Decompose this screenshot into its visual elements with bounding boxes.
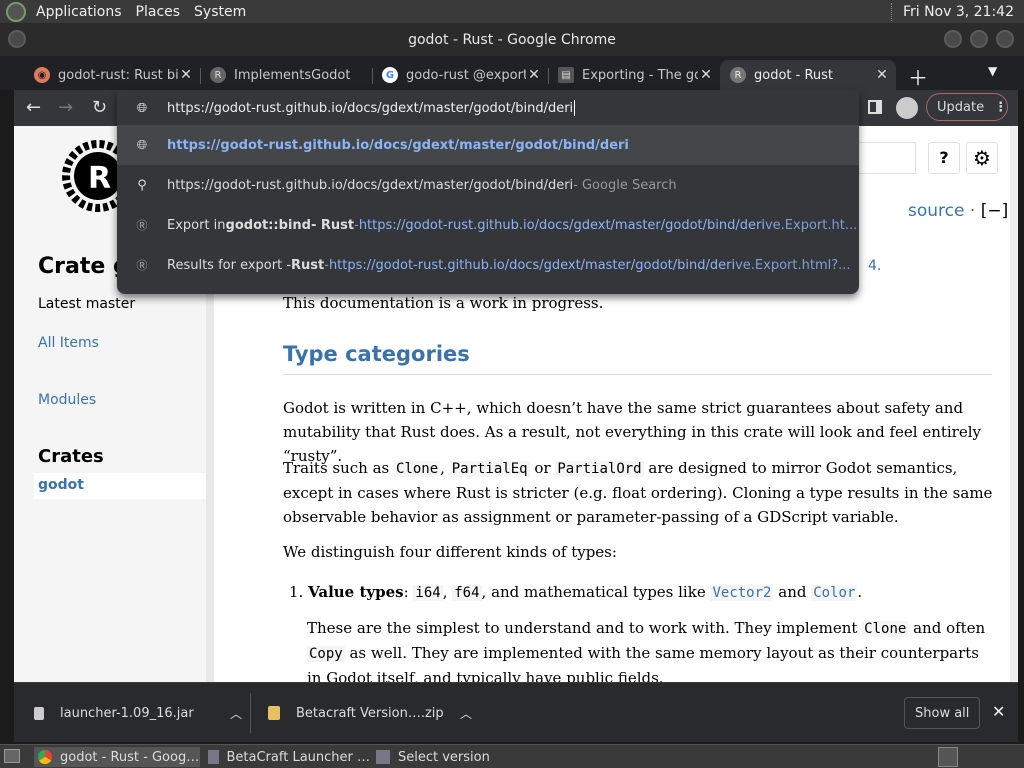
system-menu[interactable]: System	[194, 4, 246, 20]
tab-exporting[interactable]: ▤ Exporting - The gdr ✕	[548, 60, 720, 90]
suggestion-item[interactable]: 🌐︎ https://godot-rust.github.io/docs/gde…	[117, 125, 859, 165]
settings-gear-icon[interactable]: ⚙	[966, 142, 998, 174]
tab-search-chevron-icon[interactable]: ▼	[988, 64, 997, 78]
globe-icon: 🌐︎	[136, 100, 148, 116]
panel-separator	[890, 2, 895, 21]
rust-favicon-icon: Ⓡ	[136, 219, 148, 232]
color-link[interactable]: Color	[811, 585, 858, 601]
rust-favicon-icon: Ⓡ	[136, 259, 148, 272]
close-tab-icon[interactable]: ✕	[874, 67, 890, 83]
address-bar[interactable]: 🌐︎ https://godot-rust.github.io/docs/gde…	[117, 90, 859, 126]
close-tab-icon[interactable]: ✕	[178, 67, 194, 83]
list-item-1: 1. Value types: i64, f64, and mathematic…	[289, 583, 863, 601]
chrome-icon	[38, 750, 52, 764]
download-item[interactable]: launcher-1.09_16.jar ︿	[34, 683, 250, 743]
google-favicon-icon: G	[382, 67, 398, 83]
clock[interactable]: Fri Nov 3, 21:42	[903, 4, 1014, 20]
godot-favicon-icon: ◉	[34, 67, 50, 83]
new-tab-icon[interactable]: ＋	[908, 62, 928, 91]
code-clone: Clone	[394, 461, 441, 477]
close-downloads-icon[interactable]: ✕	[992, 702, 1005, 721]
source-link[interactable]: source	[908, 201, 964, 221]
collapse-toggle[interactable]: [−]	[981, 201, 1009, 221]
update-button[interactable]: Update ⋮	[926, 93, 1008, 121]
taskbar-item-select-version[interactable]: Select version	[372, 747, 538, 767]
applications-menu[interactable]: Applications	[36, 4, 122, 20]
show-desktop-icon[interactable]	[4, 749, 20, 763]
close-window-icon[interactable]	[996, 30, 1014, 48]
taskbar-item-betacraft[interactable]: BetaCraft Launcher …	[204, 747, 370, 767]
window-menu-icon[interactable]	[8, 30, 26, 48]
svg-text:R: R	[88, 161, 111, 196]
suggestion-item[interactable]: Ⓡ Results for export - Rust - https://go…	[117, 245, 859, 285]
close-tab-icon[interactable]: ✕	[526, 67, 542, 83]
version-link-tail[interactable]: 4.	[868, 258, 881, 274]
rust-favicon-icon: R	[730, 67, 746, 83]
minimize-icon[interactable]	[944, 30, 962, 48]
search-input[interactable]	[854, 142, 916, 174]
taskbar-item-chrome[interactable]: godot - Rust - Goog…	[34, 747, 200, 767]
crates-heading: Crates	[38, 446, 104, 467]
tab-godot-rust-active[interactable]: R godot - Rust ✕	[720, 60, 896, 90]
suggestion-item[interactable]: ⚲ https://godot-rust.github.io/docs/gdex…	[117, 165, 859, 205]
omnibox-dropdown: 🌐︎ https://godot-rust.github.io/docs/gde…	[117, 90, 859, 294]
distro-logo-icon[interactable]	[6, 1, 26, 22]
search-icon: ⚲	[137, 177, 147, 193]
chevron-up-icon[interactable]: ︿	[460, 705, 472, 722]
vector2-link[interactable]: Vector2	[710, 585, 774, 601]
zip-file-icon	[268, 706, 280, 720]
file-icon	[34, 706, 44, 720]
tab-strip: ◉ godot-rust: Rust bi ✕ R ImplementsGodo…	[0, 56, 1024, 90]
back-icon[interactable]: ←	[26, 98, 41, 118]
window-titlebar[interactable]: godot - Rust - Google Chrome	[0, 24, 1024, 56]
current-crate[interactable]: godot	[34, 473, 206, 499]
paragraph-2: Traits such as Clone, PartialEq or Parti…	[283, 459, 993, 526]
kebab-menu-icon[interactable]: ⋮	[994, 100, 1007, 115]
show-all-button[interactable]: Show all	[904, 697, 981, 729]
code-partialord: PartialOrd	[555, 461, 644, 477]
download-item[interactable]: Betacraft Version….zip ︿	[268, 683, 472, 743]
section-heading[interactable]: Type categories	[283, 342, 992, 375]
chevron-up-icon[interactable]: ︿	[230, 705, 242, 722]
window-title: godot - Rust - Google Chrome	[408, 32, 616, 48]
sidepanel-icon[interactable]	[868, 100, 882, 114]
code-partialeq: PartialEq	[449, 461, 530, 477]
top-panel: Applications Places System Fri Nov 3, 21…	[0, 0, 1024, 24]
reload-icon[interactable]: ↻	[92, 98, 107, 118]
downloads-bar: launcher-1.09_16.jar ︿ Betacraft Version…	[14, 682, 1018, 742]
download-divider	[250, 693, 251, 733]
all-items-link[interactable]: All Items	[38, 335, 99, 351]
modules-link[interactable]: Modules	[38, 392, 96, 408]
scrollbar[interactable]	[1010, 126, 1018, 682]
places-menu[interactable]: Places	[136, 4, 181, 20]
wip-notice: This documentation is a work in progress…	[283, 294, 604, 312]
tab-google-search[interactable]: G godo-rust @export ✕	[372, 60, 549, 90]
tab-godot-rust[interactable]: ◉ godot-rust: Rust bi ✕	[24, 60, 201, 90]
rust-favicon-icon: R	[210, 67, 226, 83]
globe-icon: 🌐︎	[136, 137, 148, 153]
chrome-tray-icon[interactable]	[938, 747, 958, 767]
suggestion-item[interactable]: Ⓡ Export in godot::bind - Rust - https:/…	[117, 205, 859, 245]
taskbar: godot - Rust - Goog… BetaCraft Launcher …	[0, 744, 1024, 768]
dot-separator: ·	[969, 201, 981, 221]
close-tab-icon[interactable]: ✕	[698, 67, 714, 83]
paragraph-3: We distinguish four different kinds of t…	[283, 543, 617, 561]
java-icon	[208, 750, 219, 764]
profile-avatar-icon[interactable]	[896, 97, 918, 119]
maximize-icon[interactable]	[970, 30, 988, 48]
list-item-1-body: These are the simplest to understand and…	[307, 619, 986, 682]
java-icon	[376, 750, 390, 764]
text-cursor	[574, 100, 576, 116]
tab-implements-godot[interactable]: R ImplementsGodotE	[200, 60, 373, 90]
version-label: Latest master	[38, 296, 136, 312]
url-input[interactable]: https://godot-rust.github.io/docs/gdext/…	[167, 101, 573, 116]
book-favicon-icon: ▤	[558, 67, 574, 83]
help-button[interactable]: ?	[928, 142, 960, 174]
forward-icon[interactable]: →	[58, 98, 73, 118]
